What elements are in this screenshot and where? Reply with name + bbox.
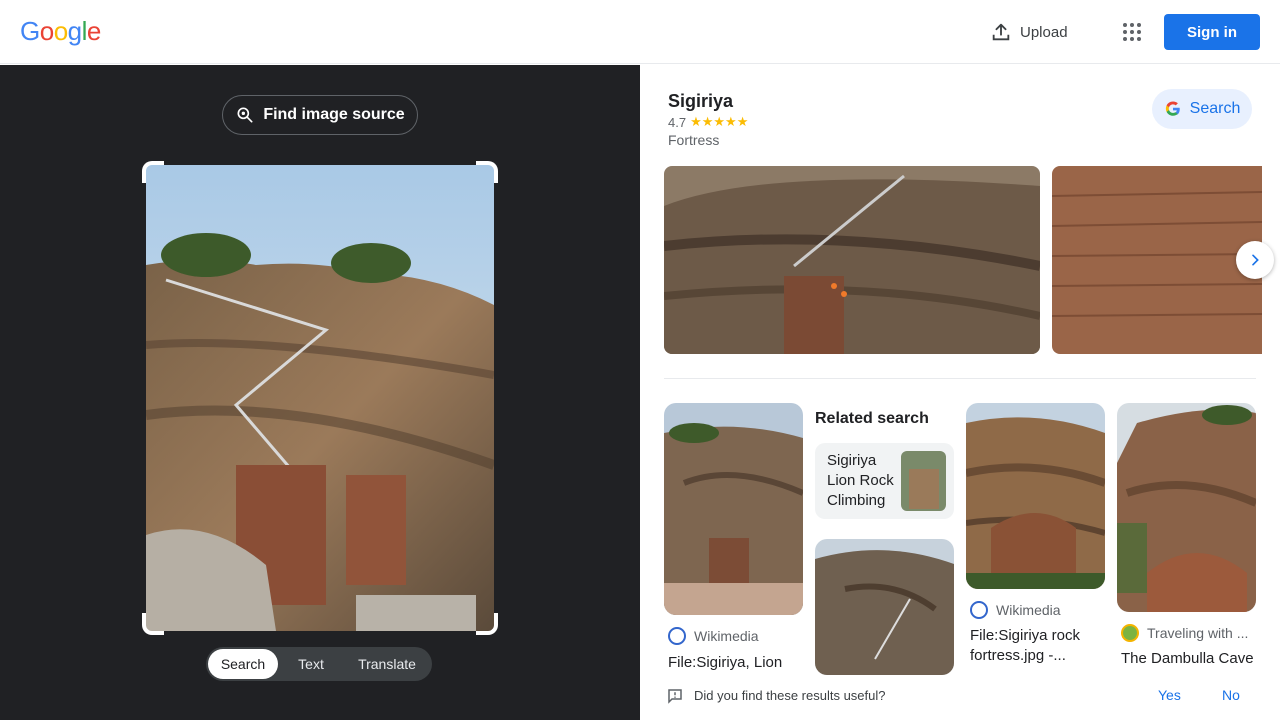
upload-icon: [992, 23, 1010, 41]
rating-value: 4.7: [668, 114, 687, 130]
crop-handle-top-right[interactable]: [476, 161, 498, 183]
divider: [664, 378, 1256, 379]
tab-translate[interactable]: Translate: [344, 649, 430, 679]
entity-image[interactable]: [1052, 166, 1262, 354]
crop-handle-bottom-right[interactable]: [476, 613, 498, 635]
result-source[interactable]: Wikimedia: [970, 601, 1061, 619]
tab-search[interactable]: Search: [208, 649, 278, 679]
find-image-source-label: Find image source: [263, 106, 405, 123]
result-source-name: Wikimedia: [694, 628, 759, 644]
result-source-name: Traveling with ...: [1147, 625, 1249, 641]
entity-image[interactable]: [664, 166, 1040, 354]
result-source-name: Wikimedia: [996, 602, 1061, 618]
google-logo[interactable]: Google: [20, 16, 101, 47]
result-thumbnail[interactable]: [966, 403, 1105, 589]
related-search-heading: Related search: [815, 410, 929, 427]
result-thumbnail[interactable]: [1117, 403, 1256, 612]
related-search-thumbnail: [901, 451, 946, 511]
results-pane: Sigiriya 4.7 ★★★★★ Fortress Search Wikim…: [640, 65, 1280, 720]
upload-button[interactable]: Upload: [990, 18, 1068, 46]
carousel-next-button[interactable]: [1236, 241, 1274, 279]
feedback-question: Did you find these results useful?: [694, 688, 886, 703]
result-source[interactable]: Traveling with ...: [1121, 624, 1248, 642]
sign-in-button[interactable]: Sign in: [1164, 14, 1260, 50]
crop-selection[interactable]: [142, 161, 498, 635]
crop-handle-bottom-left[interactable]: [142, 613, 164, 635]
top-bar: Google Upload Sign in: [0, 0, 1280, 64]
tab-text[interactable]: Text: [278, 649, 344, 679]
wikimedia-icon: [668, 627, 686, 645]
result-title[interactable]: The Dambulla Cave: [1121, 649, 1256, 669]
feedback-bar: Did you find these results useful? Yes N…: [640, 675, 1280, 720]
entity-title[interactable]: Sigiriya: [668, 91, 733, 112]
result-title[interactable]: File:Sigiriya rock fortress.jpg -...: [970, 626, 1100, 666]
traveling-site-icon: [1121, 624, 1139, 642]
wikimedia-icon: [970, 601, 988, 619]
lens-mode-tabs: Search Text Translate: [206, 647, 432, 681]
apps-grid-icon[interactable]: [1120, 20, 1144, 44]
logo-letter: G: [20, 16, 40, 46]
query-image: [146, 165, 494, 631]
feedback-yes-button[interactable]: Yes: [1158, 687, 1181, 703]
entity-search-button[interactable]: Search: [1152, 89, 1252, 129]
result-thumbnail[interactable]: [664, 403, 803, 615]
logo-letter: e: [86, 16, 101, 46]
related-search-chip[interactable]: Sigiriya Lion Rock Climbing: [815, 443, 954, 519]
feedback-icon: [668, 689, 682, 704]
entity-rating: 4.7 ★★★★★: [668, 114, 748, 130]
logo-letter: o: [39, 16, 54, 46]
related-search-label: Sigiriya Lion Rock Climbing: [827, 452, 894, 509]
find-image-source-button[interactable]: Find image source: [222, 95, 418, 135]
google-g-icon: [1165, 101, 1180, 116]
entity-search-label: Search: [1189, 100, 1241, 117]
result-title[interactable]: File:Sigiriya, Lion: [668, 653, 798, 673]
logo-letter: o: [53, 16, 68, 46]
lens-image-pane: Find image source Search Text Translate: [0, 65, 640, 720]
lens-search-icon: [237, 107, 253, 123]
crop-handle-top-left[interactable]: [142, 161, 164, 183]
chevron-right-icon: [1252, 254, 1259, 266]
entity-type: Fortress: [668, 132, 720, 148]
upload-label: Upload: [1020, 23, 1068, 41]
result-source[interactable]: Wikimedia: [668, 627, 759, 645]
feedback-no-button[interactable]: No: [1222, 687, 1240, 703]
rating-stars: ★★★★★: [690, 114, 749, 129]
logo-letter: g: [67, 16, 82, 46]
result-thumbnail[interactable]: [815, 539, 954, 675]
